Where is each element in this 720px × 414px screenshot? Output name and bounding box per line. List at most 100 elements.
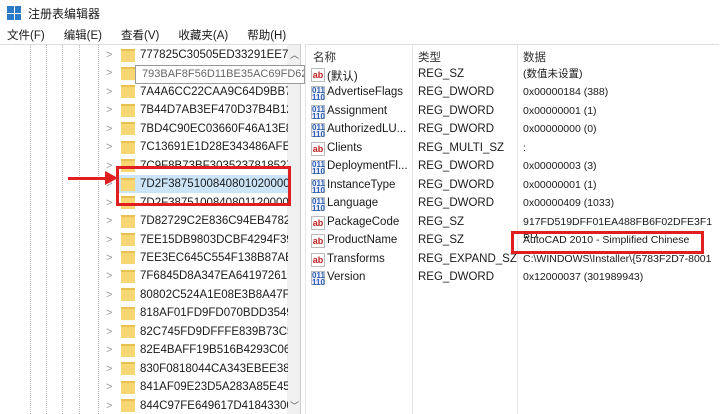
menu-view[interactable]: 查看(V) <box>121 27 159 45</box>
folder-icon <box>121 306 135 320</box>
value-name: Language <box>327 197 379 210</box>
values-pane[interactable]: 名称 类型 数据 ab (默认) REG_SZ (数值未设置) 011 110 Advert… <box>305 44 719 414</box>
tree-item[interactable]: >7BD4C90EC03660F46A13E87 <box>0 120 288 138</box>
tree-item[interactable]: >7EE3EC645C554F138B87AE5 <box>0 249 288 267</box>
value-data: 0x00000003 (3) <box>523 160 597 173</box>
tree-item[interactable]: >830F0818044CA343EBEE382 <box>0 360 288 378</box>
chevron-right-icon[interactable]: > <box>106 289 112 301</box>
tree-item-label: 7D82729C2E836C94EB47822 <box>140 215 288 228</box>
chevron-right-icon[interactable]: > <box>106 123 112 135</box>
tree-item[interactable]: >7C13691E1D28E343486AFEC <box>0 138 288 156</box>
folder-icon <box>121 288 135 302</box>
tooltip: 793BAF8F56D11BE35AC69FD625B4C020 <box>135 65 305 84</box>
chevron-right-icon[interactable]: > <box>106 141 112 153</box>
value-name: ProductName <box>327 234 398 247</box>
value-type: REG_DWORD <box>418 178 495 191</box>
value-type: REG_SZ <box>418 68 465 80</box>
chevron-right-icon[interactable]: > <box>106 234 112 246</box>
menu-file[interactable]: 文件(F) <box>7 27 45 45</box>
value-data: 0x00000001 (1) <box>523 178 597 191</box>
value-row[interactable]: ab Clients REG_MULTI_SZ: <box>305 141 719 159</box>
value-row[interactable]: 011 110 Version REG_DWORD 0x12000037 (301989… <box>305 270 719 288</box>
chevron-right-icon[interactable]: > <box>106 160 112 172</box>
tree-item-label: 7A4A6CC22CAA9C64D9BB73 <box>140 85 288 98</box>
folder-icon <box>121 380 135 394</box>
tree-item[interactable]: >844C97FE649617D41843300 <box>0 397 288 414</box>
value-type: REG_DWORD <box>418 123 495 136</box>
tree-item[interactable]: >82E4BAFF19B516B4293C060 <box>0 341 288 359</box>
value-row[interactable]: 011 110 Language REG_DWORD 0x00000409 (1033) <box>305 196 719 214</box>
chevron-right-icon[interactable]: > <box>106 86 112 98</box>
folder-icon <box>121 269 135 283</box>
binary-value-icon: 011 110 <box>311 178 325 195</box>
chevron-right-icon[interactable]: > <box>106 363 112 375</box>
tree-item[interactable]: >841AF09E23D5A283A85E45B <box>0 378 288 396</box>
chevron-right-icon[interactable]: > <box>106 326 112 338</box>
value-row[interactable]: ab Transforms REG_EXPAND_SZ C:\WINDOWS\Inst… <box>305 252 719 270</box>
value-data: 0x00000409 (1033) <box>523 197 615 210</box>
red-arrow-icon <box>68 177 108 180</box>
chevron-right-icon[interactable]: > <box>106 67 112 79</box>
column-header-name[interactable]: 名称 <box>313 49 336 67</box>
value-type: REG_SZ <box>418 215 465 228</box>
chevron-right-icon[interactable]: > <box>106 270 112 282</box>
tree-item[interactable]: >7B44D7AB3EF470D37B4B120 <box>0 101 288 119</box>
chevron-right-icon[interactable]: > <box>106 215 112 227</box>
chevron-right-icon[interactable]: > <box>106 104 112 116</box>
menu-favorites[interactable]: 收藏夹(A) <box>178 27 228 45</box>
value-name: AuthorizedLU... <box>327 123 407 136</box>
column-header-type[interactable]: 类型 <box>418 49 441 67</box>
chevron-right-icon[interactable]: > <box>106 49 112 61</box>
menu-edit[interactable]: 编辑(E) <box>64 27 102 45</box>
string-value-icon: ab <box>311 252 325 267</box>
folder-icon <box>121 362 135 376</box>
value-type: REG_DWORD <box>418 160 495 173</box>
value-row[interactable]: 011 110 DeploymentFl... REG_DWORD 0x00000003… <box>305 159 719 177</box>
value-name: Transforms <box>327 252 385 265</box>
chevron-right-icon[interactable]: > <box>106 197 112 209</box>
value-row[interactable]: 011 110 AdvertiseFlags REG_DWORD 0x00000184 … <box>305 85 719 103</box>
value-row[interactable]: 011 110 Assignment REG_DWORD 0x00000001 (1) <box>305 104 719 122</box>
chevron-right-icon[interactable]: > <box>106 307 112 319</box>
value-data: 0x00000184 (388) <box>523 86 609 99</box>
value-type: REG_MULTI_SZ <box>418 141 505 154</box>
value-row[interactable]: 011 110 InstanceType REG_DWORD 0x00000001 (1… <box>305 178 719 196</box>
tree-item-label: 7F6845D8A347EA64197261E <box>140 270 288 283</box>
binary-value-icon: 011 110 <box>311 197 325 214</box>
value-name: (默认) <box>327 71 358 83</box>
tree-item[interactable]: >818AF01FD9FD070BDD35490 <box>0 304 288 322</box>
chevron-right-icon[interactable]: > <box>106 400 112 412</box>
string-value-icon: ab <box>311 215 325 230</box>
tree-item-label: 7C13691E1D28E343486AFEC <box>140 141 288 154</box>
binary-value-icon: 011 110 <box>311 104 325 121</box>
tree-item-label: 80802C524A1E08E3B8A47F0 <box>140 288 288 301</box>
value-type: REG_EXPAND_SZ <box>418 252 517 265</box>
chevron-right-icon[interactable]: > <box>106 381 112 393</box>
tree-item[interactable]: >7D82729C2E836C94EB47822 <box>0 212 288 230</box>
chevron-right-icon[interactable]: > <box>106 252 112 264</box>
tree-scrollbar[interactable]: ︿ ﹀ <box>287 45 300 414</box>
tree-item[interactable]: >777825C30505ED33291EE7B6 <box>0 46 288 64</box>
tree-item-label: 7EE3EC645C554F138B87AE5 <box>140 251 288 264</box>
scroll-down-icon[interactable]: ﹀ <box>290 399 299 412</box>
folder-icon <box>121 251 135 265</box>
key-tree[interactable]: ︿ ﹀ >777825C30505ED33291EE7B6>7A4A6CC22C… <box>0 44 301 414</box>
highlight-box-product-name <box>511 231 704 254</box>
value-row[interactable]: ab (默认) REG_SZ (数值未设置) <box>305 67 719 85</box>
value-row[interactable]: ab PackageCode REG_SZ 917FD519DFF01EA488FB6… <box>305 215 719 241</box>
tree-item[interactable]: >7EE15DB9803DCBF4294F398 <box>0 231 288 249</box>
column-header-data[interactable]: 数据 <box>523 49 546 67</box>
value-row[interactable]: 011 110 AuthorizedLU... REG_DWORD 0x00000000… <box>305 122 719 140</box>
tree-item[interactable]: >7A4A6CC22CAA9C64D9BB73 <box>0 83 288 101</box>
folder-icon <box>121 214 135 228</box>
tree-item[interactable]: >7F6845D8A347EA64197261E <box>0 267 288 285</box>
value-type: REG_DWORD <box>418 86 495 99</box>
scroll-up-icon[interactable]: ︿ <box>290 48 299 61</box>
tree-item-label: 7BD4C90EC03660F46A13E87 <box>140 122 288 135</box>
chevron-right-icon[interactable]: > <box>106 344 112 356</box>
tree-item-label: 82E4BAFF19B516B4293C060 <box>140 344 288 357</box>
tree-item-label: 844C97FE649617D41843300 <box>140 399 288 412</box>
tree-item[interactable]: >82C745FD9DFFFE839B73C5A <box>0 323 288 341</box>
menu-help[interactable]: 帮助(H) <box>247 27 286 45</box>
tree-item[interactable]: >80802C524A1E08E3B8A47F0 <box>0 286 288 304</box>
